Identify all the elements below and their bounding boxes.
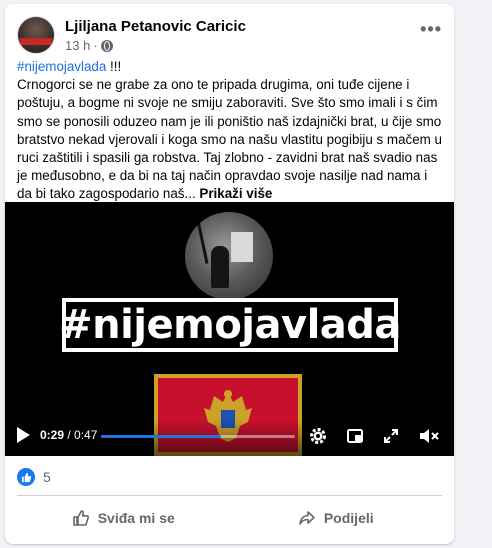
play-icon[interactable] <box>17 427 30 443</box>
reaction-summary[interactable]: 5 <box>17 468 51 486</box>
page-background <box>462 0 492 548</box>
fullscreen-icon[interactable] <box>382 427 400 445</box>
mini-player-icon[interactable] <box>346 427 364 445</box>
post-meta: 13 h · <box>65 38 113 53</box>
avatar[interactable] <box>17 16 55 54</box>
duration: 0:47 <box>74 428 98 442</box>
action-bar: Sviđa mi se Podijeli <box>17 500 442 536</box>
globe-icon <box>100 39 113 52</box>
current-time: 0:29 <box>40 428 65 442</box>
share-button[interactable]: Podijeli <box>230 500 443 536</box>
divider <box>17 495 442 496</box>
mute-icon[interactable] <box>418 427 440 445</box>
like-button-label: Sviđa mi se <box>97 510 175 526</box>
video-overlay-title: #nijemojavlada <box>59 302 401 348</box>
reaction-count[interactable]: 5 <box>43 469 51 485</box>
video-player[interactable]: #nijemojavlada 0:29 / 0:47 <box>5 202 454 456</box>
thumbs-up-icon <box>72 510 89 526</box>
post-text: #nijemojavlada !!! Crnogorci se ne grabe… <box>17 58 442 204</box>
like-icon <box>17 468 35 486</box>
settings-icon[interactable] <box>309 427 327 445</box>
video-circle-image <box>185 212 273 300</box>
progress-bar[interactable] <box>101 435 295 438</box>
post-time[interactable]: 13 h <box>65 38 90 53</box>
hashtag-link[interactable]: #nijemojavlada <box>17 59 106 74</box>
post-body: Crnogorci se ne grabe za ono te pripada … <box>17 77 442 202</box>
post-header: Ljiljana Petanovic Caricic 13 h · ••• <box>17 16 442 56</box>
see-more-link[interactable]: Prikaži više <box>199 186 272 201</box>
time-separator: / <box>64 428 75 442</box>
video-time: 0:29 / 0:47 <box>40 428 97 442</box>
post-card: Ljiljana Petanovic Caricic 13 h · ••• #n… <box>5 4 454 544</box>
progress-fill <box>101 435 221 438</box>
more-options-button[interactable]: ••• <box>420 20 442 38</box>
share-arrow-icon <box>299 511 315 525</box>
hashtag-suffix: !!! <box>106 59 122 74</box>
author-name[interactable]: Ljiljana Petanovic Caricic <box>65 18 246 35</box>
meta-separator: · <box>93 38 98 53</box>
share-button-label: Podijeli <box>323 510 374 526</box>
video-title-box: #nijemojavlada <box>59 298 401 352</box>
like-button[interactable]: Sviđa mi se <box>17 500 230 536</box>
